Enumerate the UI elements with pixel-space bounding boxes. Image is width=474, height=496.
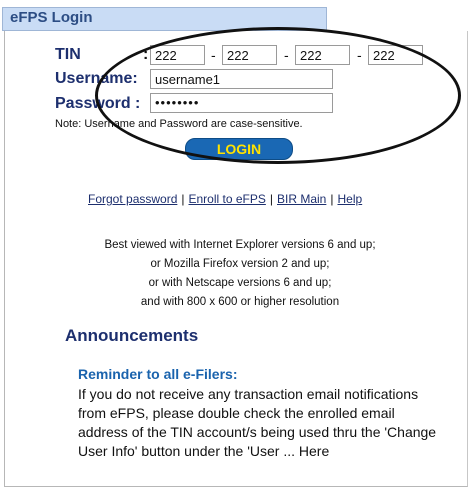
login-title-bar: eFPS Login: [2, 7, 327, 31]
tin-field-2[interactable]: [222, 45, 277, 65]
forgot-password-link[interactable]: Forgot password: [88, 192, 177, 206]
tin-colon: :: [143, 46, 149, 63]
username-label: Username:: [55, 70, 138, 87]
info-line: or Mozilla Firefox version 2 and up;: [150, 258, 330, 270]
tin-field-1[interactable]: [150, 45, 205, 65]
tin-field-3[interactable]: [295, 45, 350, 65]
login-button[interactable]: LOGIN: [185, 138, 293, 160]
password-label: Password :: [55, 95, 141, 112]
info-line: or with Netscape versions 6 and up;: [148, 277, 332, 289]
enroll-link[interactable]: Enroll to eFPS: [189, 192, 266, 206]
username-input[interactable]: [150, 69, 333, 89]
link-bar: Forgot password | Enroll to eFPS | BIR Main |…: [88, 192, 362, 206]
tin-field-4[interactable]: [368, 45, 423, 65]
case-sensitive-note: Note: Username and Password are case-sen…: [55, 118, 303, 130]
tin-separator-1: -: [211, 47, 216, 63]
tin-separator-3: -: [357, 47, 362, 63]
help-link[interactable]: Help: [337, 192, 362, 206]
bir-main-link[interactable]: BIR Main: [277, 192, 326, 206]
info-line: and with 800 x 600 or higher resolution: [140, 296, 340, 308]
announcements-heading: Announcements: [65, 326, 199, 345]
page-title: eFPS Login: [10, 9, 93, 26]
info-line: Best viewed with Internet Explorer versi…: [104, 239, 376, 251]
link-separator: |: [181, 192, 185, 206]
password-input[interactable]: ••••••••: [150, 93, 333, 113]
link-separator: |: [330, 192, 334, 206]
reminder-body: If you do not receive any transaction em…: [78, 386, 437, 459]
reminder-title: Reminder to all e-Filers:: [78, 366, 238, 382]
tin-label: TIN: [55, 46, 81, 63]
browser-requirements: Best viewed with Internet Explorer versi…: [40, 236, 440, 312]
tin-separator-2: -: [284, 47, 289, 63]
link-separator: |: [269, 192, 273, 206]
